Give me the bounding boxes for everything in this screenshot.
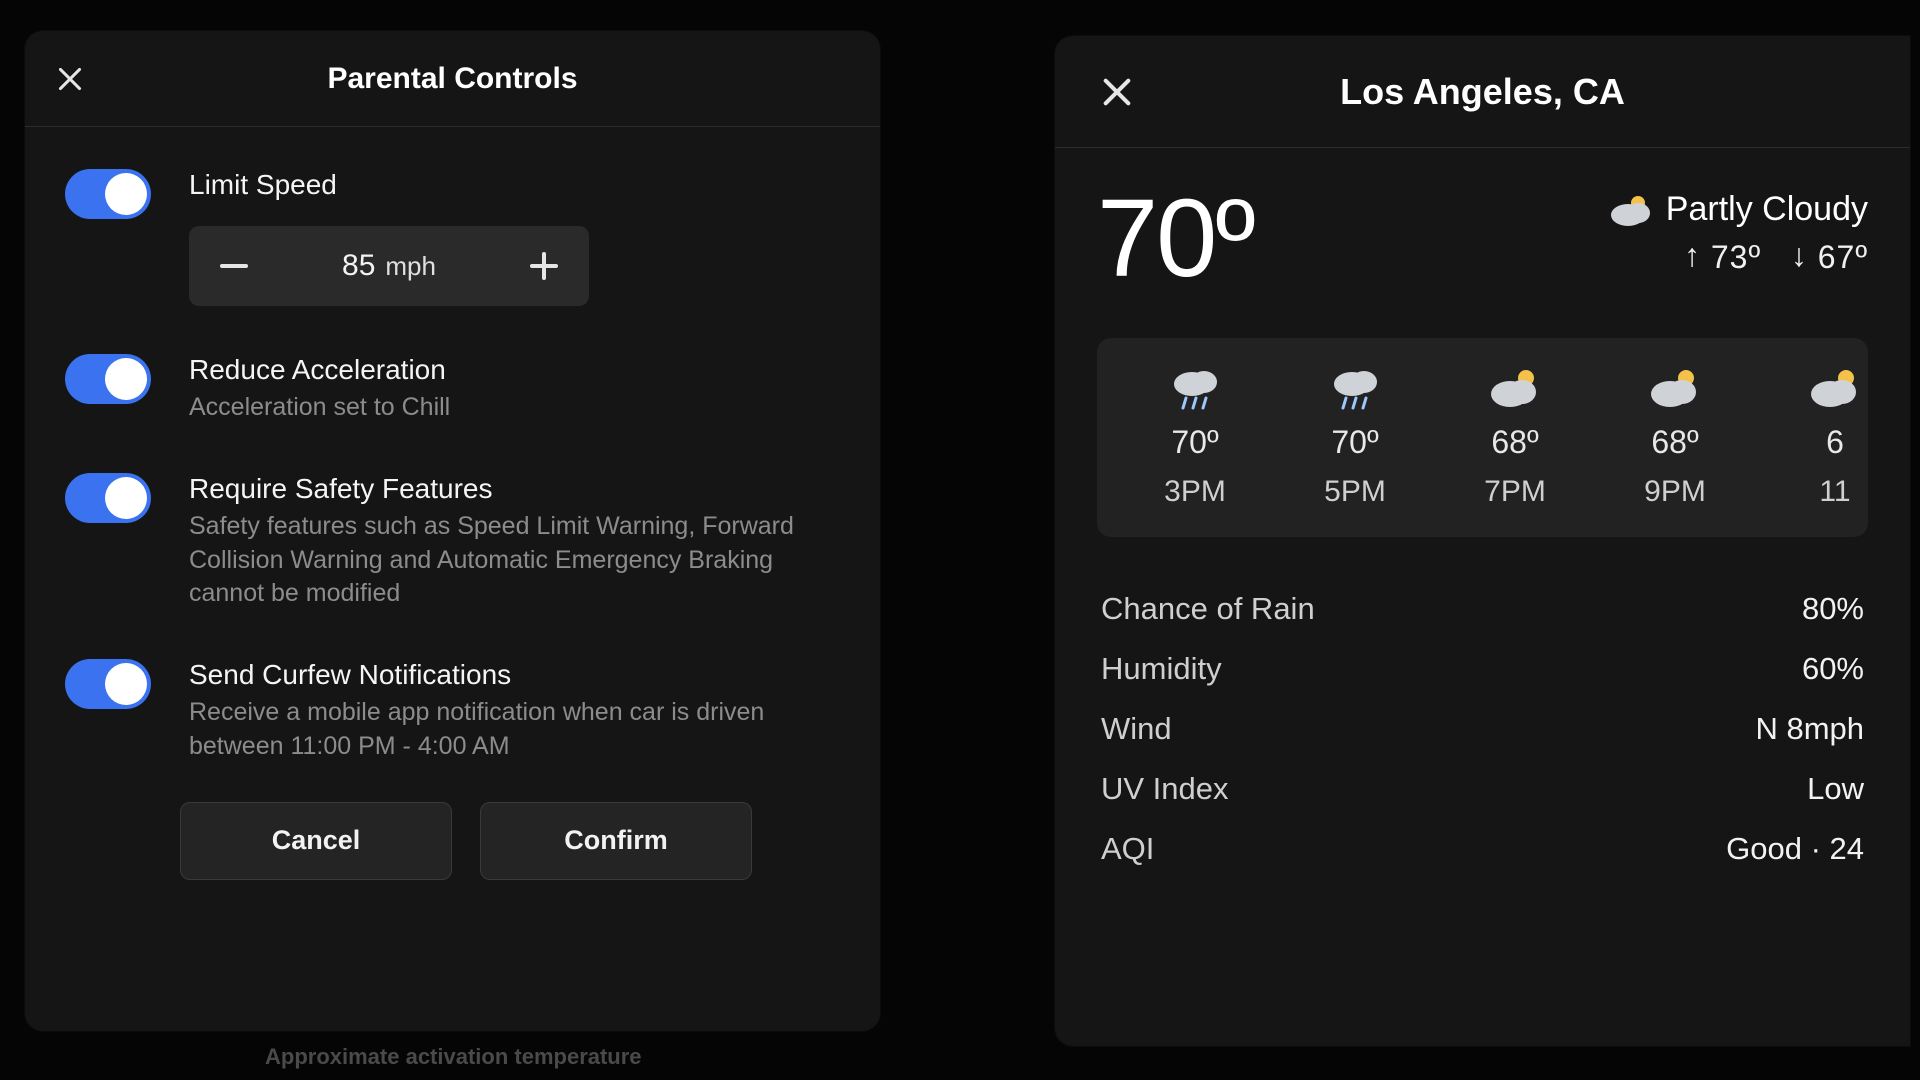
stat-rain-label: Chance of Rain <box>1101 591 1315 627</box>
partly-cloudy-icon <box>1648 366 1702 410</box>
footer-caption: Approximate activation temperature <box>265 1044 642 1070</box>
current-conditions: 70º Partly Cloudy ↑ <box>1097 184 1868 294</box>
curfew-row: Send Curfew Notifications Receive a mobi… <box>65 657 842 764</box>
close-icon[interactable] <box>53 62 87 96</box>
forecast-temp: 68º <box>1651 424 1698 461</box>
reduce-accel-desc: Acceleration set to Chill <box>189 391 799 425</box>
forecast-time: 5PM <box>1324 475 1386 509</box>
rain-icon <box>1168 366 1222 410</box>
parental-title: Parental Controls <box>25 62 880 96</box>
stat-humidity-label: Humidity <box>1101 651 1222 687</box>
hourly-forecast[interactable]: 70º3PM70º5PM68º7PM68º9PM611 <box>1097 338 1868 537</box>
safety-desc: Safety features such as Speed Limit Warn… <box>189 510 799 611</box>
rain-icon <box>1328 366 1382 410</box>
stat-rain: Chance of Rain 80% <box>1101 579 1864 639</box>
safety-toggle[interactable] <box>65 473 151 523</box>
reduce-accel-row: Reduce Acceleration Acceleration set to … <box>65 352 842 425</box>
plus-icon <box>530 252 558 280</box>
partly-cloudy-icon <box>1488 366 1542 410</box>
weather-header: Los Angeles, CA <box>1055 36 1910 148</box>
speed-increment-button[interactable] <box>519 241 569 291</box>
close-icon[interactable] <box>1097 72 1137 112</box>
stat-wind-label: Wind <box>1101 711 1172 747</box>
arrow-up-icon: ↑ <box>1684 237 1701 274</box>
safety-row: Require Safety Features Safety features … <box>65 471 842 611</box>
weather-panel: Los Angeles, CA 70º Partly Cloudy <box>1055 36 1910 1046</box>
minus-icon <box>220 264 248 268</box>
condition-text: Partly Cloudy <box>1666 190 1868 229</box>
forecast-time: 3PM <box>1164 475 1226 509</box>
speed-unit: mph <box>385 251 436 282</box>
stat-uv-value: Low <box>1807 771 1864 807</box>
forecast-item: 68º7PM <box>1435 366 1595 509</box>
forecast-temp: 6 <box>1826 424 1844 461</box>
stat-humidity-value: 60% <box>1802 651 1864 687</box>
low-temp: 67º <box>1818 239 1868 275</box>
stat-wind-value: N 8mph <box>1755 711 1864 747</box>
condition-line: Partly Cloudy <box>1610 190 1868 229</box>
hi-lo: ↑ 73º ↓ 67º <box>1610 239 1868 276</box>
speed-decrement-button[interactable] <box>209 241 259 291</box>
arrow-down-icon: ↓ <box>1791 237 1808 274</box>
reduce-accel-toggle[interactable] <box>65 354 151 404</box>
partly-cloudy-icon <box>1610 193 1652 227</box>
parental-controls-panel: Parental Controls Limit Speed 85 mph <box>25 31 880 1031</box>
stat-humidity: Humidity 60% <box>1101 639 1864 699</box>
limit-speed-toggle[interactable] <box>65 169 151 219</box>
speed-value: 85 mph <box>342 249 436 283</box>
forecast-temp: 70º <box>1171 424 1218 461</box>
forecast-item: 70º3PM <box>1115 366 1275 509</box>
curfew-label: Send Curfew Notifications <box>189 657 842 692</box>
reduce-accel-label: Reduce Acceleration <box>189 352 842 387</box>
confirm-button[interactable]: Confirm <box>480 802 752 880</box>
forecast-temp: 70º <box>1331 424 1378 461</box>
weather-stats: Chance of Rain 80% Humidity 60% Wind N 8… <box>1097 579 1868 879</box>
parental-header: Parental Controls <box>25 31 880 127</box>
stat-wind: Wind N 8mph <box>1101 699 1864 759</box>
parental-actions: Cancel Confirm <box>65 802 842 880</box>
limit-speed-row: Limit Speed 85 mph <box>65 167 842 306</box>
partly-cloudy-icon <box>1808 366 1862 410</box>
stat-aqi-value: Good · 24 <box>1726 831 1864 867</box>
stat-rain-value: 80% <box>1802 591 1864 627</box>
forecast-item: 611 <box>1755 366 1868 509</box>
forecast-time: 7PM <box>1484 475 1546 509</box>
curfew-desc: Receive a mobile app notification when c… <box>189 696 799 764</box>
safety-label: Require Safety Features <box>189 471 842 506</box>
limit-speed-label: Limit Speed <box>189 167 842 202</box>
stat-aqi-label: AQI <box>1101 831 1154 867</box>
forecast-temp: 68º <box>1491 424 1538 461</box>
cancel-button[interactable]: Cancel <box>180 802 452 880</box>
stat-uv-label: UV Index <box>1101 771 1229 807</box>
speed-number: 85 <box>342 249 375 283</box>
forecast-time: 9PM <box>1644 475 1706 509</box>
current-temperature: 70º <box>1097 184 1254 294</box>
speed-stepper: 85 mph <box>189 226 589 306</box>
curfew-toggle[interactable] <box>65 659 151 709</box>
forecast-time: 11 <box>1819 475 1850 509</box>
stat-uv: UV Index Low <box>1101 759 1864 819</box>
high-temp: 73º <box>1711 239 1761 275</box>
stat-aqi: AQI Good · 24 <box>1101 819 1864 879</box>
weather-location: Los Angeles, CA <box>1055 71 1910 113</box>
forecast-item: 68º9PM <box>1595 366 1755 509</box>
forecast-item: 70º5PM <box>1275 366 1435 509</box>
